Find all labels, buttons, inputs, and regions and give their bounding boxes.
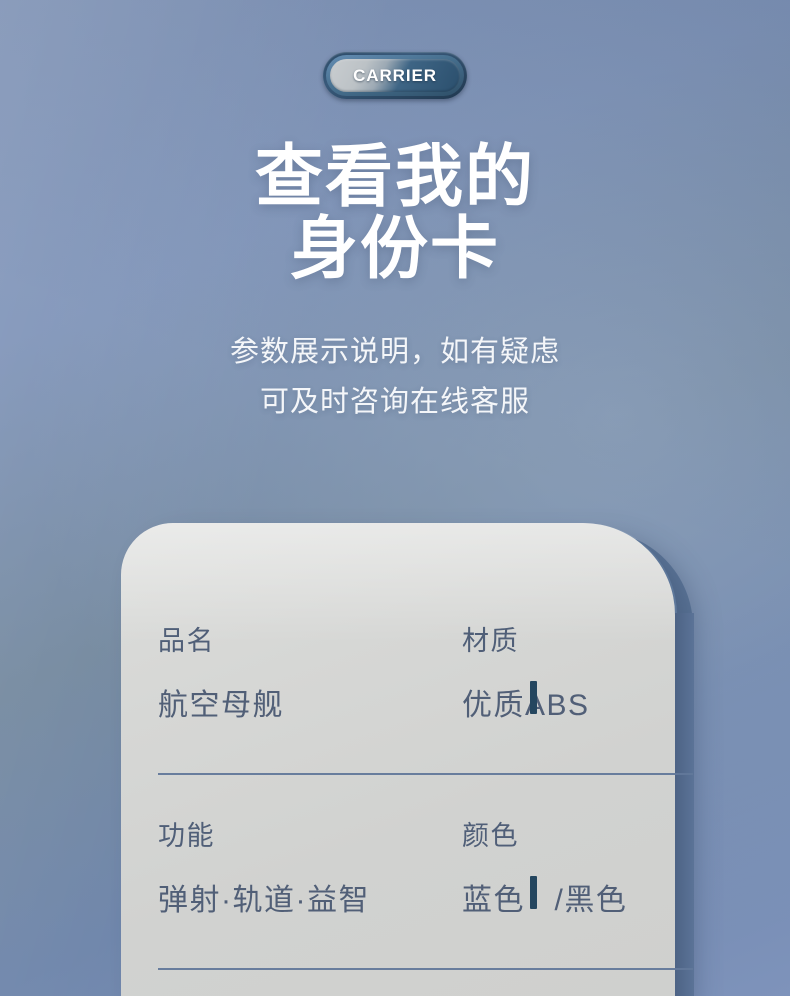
column-separator-tick: [530, 876, 537, 909]
page-subtitle-line-1: 参数展示说明，如有疑虑: [229, 336, 560, 368]
spec-cell-color: 颜色 蓝色 /黑色: [425, 823, 675, 916]
page-subtitle-line-2: 可及时咨询在线客服: [259, 386, 530, 419]
spec-cell-material: 材质 优质ABS: [425, 628, 675, 721]
brand-badge[interactable]: CARRIER: [323, 52, 467, 99]
spec-value: 优质ABS: [461, 689, 590, 722]
page-title-line-2: 身份卡: [289, 211, 500, 288]
spec-card-stage: 品名 航空母舰 材质 优质ABS 功能 弹射·轨道·益智 颜色 蓝色 /黑色: [121, 523, 694, 996]
brand-badge-label: CARRIER: [353, 65, 437, 85]
spec-value: 航空母舰: [158, 689, 284, 722]
row-divider: [158, 773, 693, 775]
spec-label: 品名: [158, 626, 215, 656]
spec-label: 功能: [158, 821, 215, 851]
column-separator-tick: [530, 681, 537, 714]
spec-label: 材质: [461, 626, 519, 656]
spec-cell-function: 功能 弹射·轨道·益智: [121, 823, 425, 916]
spec-label: 颜色: [461, 821, 519, 851]
page-title: 查看我的 身份卡: [0, 141, 790, 285]
spec-row: 功能 弹射·轨道·益智 颜色 蓝色 /黑色: [121, 823, 675, 916]
page-subtitle: 参数展示说明，如有疑虑 可及时咨询在线客服: [0, 327, 790, 427]
spec-value: 弹射·轨道·益智: [158, 884, 370, 917]
spec-card: 品名 航空母舰 材质 优质ABS 功能 弹射·轨道·益智 颜色 蓝色 /黑色: [121, 523, 675, 996]
spec-value: 蓝色 /黑色: [461, 884, 628, 917]
card-right-edge-slab: [675, 613, 694, 996]
spec-cell-product-name: 品名 航空母舰: [121, 628, 425, 721]
spec-row: 品名 航空母舰 材质 优质ABS: [121, 628, 675, 721]
page-title-line-1: 查看我的: [254, 139, 535, 215]
brand-badge-container: CARRIER: [0, 52, 790, 99]
row-divider: [158, 968, 693, 970]
card-top-highlight: [121, 523, 675, 643]
